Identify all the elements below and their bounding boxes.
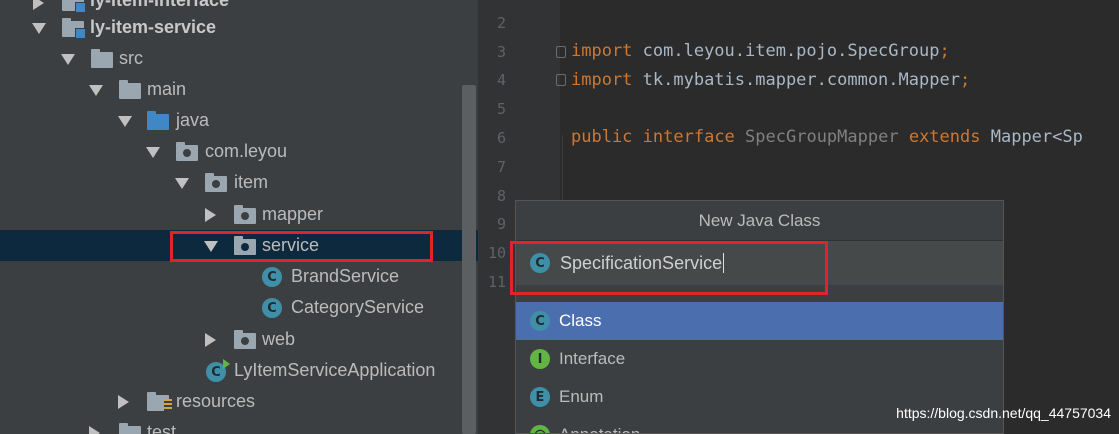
tree-item-test[interactable]: test bbox=[0, 417, 462, 434]
class-icon: C bbox=[530, 311, 550, 331]
highlight-box-name-field bbox=[510, 241, 828, 295]
module-folder-icon bbox=[62, 0, 86, 13]
dialog-title: New Java Class bbox=[516, 201, 1003, 241]
code-line-3: import com.leyou.item.pojo.SpecGroup; bbox=[571, 41, 950, 61]
package-icon bbox=[234, 205, 256, 224]
tree-item-com-leyou[interactable]: com.leyou bbox=[0, 136, 462, 167]
tree-scrollbar[interactable] bbox=[462, 85, 476, 434]
code-line-6: public interface SpecGroupMapper extends… bbox=[571, 127, 1083, 147]
folder-icon bbox=[91, 49, 113, 68]
interface-icon: I bbox=[530, 349, 550, 369]
tree-item-src[interactable]: src bbox=[0, 43, 462, 74]
tree-item-categoryservice[interactable]: C CategoryService bbox=[0, 292, 462, 323]
tree-item-mapper[interactable]: mapper bbox=[0, 199, 462, 230]
collapsed-arrow-icon[interactable] bbox=[89, 426, 100, 434]
source-folder-icon bbox=[147, 111, 169, 130]
enum-icon: E bbox=[530, 387, 550, 407]
fold-marker-icon[interactable] bbox=[556, 46, 566, 58]
tree-item-ly-item-service[interactable]: ly-item-service bbox=[0, 12, 462, 43]
collapsed-arrow-icon[interactable] bbox=[205, 333, 216, 347]
class-icon: C bbox=[262, 298, 282, 318]
code-line-4: import tk.mybatis.mapper.common.Mapper; bbox=[571, 70, 971, 90]
collapsed-arrow-icon[interactable] bbox=[118, 395, 129, 409]
spring-app-class-icon: C bbox=[206, 359, 230, 382]
project-tree: ly-item-interface ly-item-service src ma… bbox=[0, 0, 478, 434]
expanded-arrow-icon[interactable] bbox=[118, 116, 132, 127]
package-icon bbox=[205, 173, 227, 192]
folder-icon bbox=[119, 80, 141, 99]
fold-marker-icon[interactable] bbox=[556, 74, 566, 86]
folder-icon bbox=[119, 423, 141, 434]
class-icon: C bbox=[262, 267, 282, 287]
collapsed-arrow-icon[interactable] bbox=[33, 0, 44, 10]
package-icon bbox=[176, 142, 198, 161]
kind-option-interface[interactable]: I Interface bbox=[516, 340, 1003, 378]
expanded-arrow-icon[interactable] bbox=[89, 85, 103, 96]
tree-item-application[interactable]: C LyItemServiceApplication bbox=[0, 355, 462, 386]
tree-item-resources[interactable]: resources bbox=[0, 386, 462, 417]
tree-item-java[interactable]: java bbox=[0, 105, 462, 136]
expanded-arrow-icon[interactable] bbox=[61, 54, 75, 65]
tree-item-item[interactable]: item bbox=[0, 167, 462, 198]
expanded-arrow-icon[interactable] bbox=[146, 147, 160, 158]
resources-folder-icon bbox=[147, 392, 172, 411]
expanded-arrow-icon[interactable] bbox=[175, 178, 189, 189]
module-folder-icon bbox=[62, 18, 86, 39]
annotation-icon: @ bbox=[530, 425, 550, 433]
package-icon bbox=[234, 330, 256, 349]
watermark: https://blog.csdn.net/qq_44757034 bbox=[896, 405, 1111, 421]
kind-option-class[interactable]: C Class bbox=[516, 302, 1003, 340]
new-java-class-dialog: New Java Class C SpecificationService C … bbox=[515, 200, 1004, 434]
collapsed-arrow-icon[interactable] bbox=[205, 208, 216, 222]
tree-item-brandservice[interactable]: C BrandService bbox=[0, 261, 462, 292]
tree-item-web[interactable]: web bbox=[0, 324, 462, 355]
tree-item-main[interactable]: main bbox=[0, 74, 462, 105]
expanded-arrow-icon[interactable] bbox=[32, 23, 46, 34]
highlight-box-service bbox=[170, 231, 433, 262]
